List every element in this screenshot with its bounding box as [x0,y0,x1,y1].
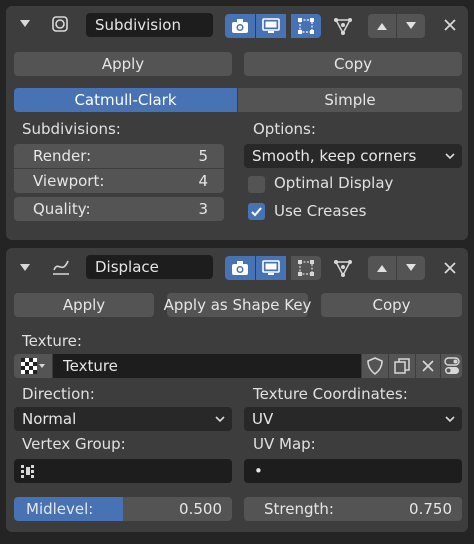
edit-mode-icon [298,260,314,276]
camera-icon [232,19,248,33]
chevron-down-icon [215,416,225,423]
chevron-down-icon [445,416,455,423]
viewport-toggle-button[interactable] [256,256,286,280]
tab-simple[interactable]: Simple [238,88,462,112]
monitor-icon [262,18,280,33]
use-creases-checkbox[interactable] [248,203,265,220]
strength-label: Strength: [264,500,334,518]
render-levels-field[interactable]: Render: 5 [14,144,224,168]
move-down-button[interactable] [397,256,425,280]
use-creases-label: Use Creases [274,202,367,220]
triangle-up-icon [377,23,387,30]
duplicate-icon [394,358,410,374]
texture-name: Texture [63,357,118,375]
collapse-arrow-icon[interactable] [18,15,32,29]
quality-value: 3 [198,200,208,218]
vertex-group-icon [21,465,34,478]
direction-value: Normal [22,410,77,428]
close-icon [422,360,434,372]
optimal-display-checkbox[interactable] [248,176,265,193]
viewport-toggle-button[interactable] [256,14,286,38]
midlevel-value: 0.500 [179,500,222,518]
close-icon[interactable] [443,17,457,31]
strength-value: 0.750 [409,500,452,518]
options-label: Options: [253,120,316,138]
subdivisions-label: Subdivisions: [22,120,121,138]
new-texture-button[interactable] [389,354,415,378]
collapse-arrow-icon[interactable] [18,259,32,273]
copy-button[interactable]: Copy [321,293,462,317]
render-levels-label: Render: [33,147,92,165]
displace-modifier-panel: Displace Apply Apply as Shape Key Copy T… [6,248,468,532]
strength-slider[interactable]: Strength: 0.750 [244,497,462,521]
uv-map-value: • [254,462,263,480]
uv-smooth-value: Smooth, keep corners [252,147,417,165]
texture-coordinates-dropdown[interactable]: UV [244,407,462,431]
displace-modifier-icon [50,257,72,277]
editmode-toggle-button[interactable] [291,256,321,280]
apply-button[interactable]: Apply [14,293,154,317]
chevron-down-icon [445,153,455,160]
modifier-name-field[interactable]: Displace [86,255,213,279]
copy-button[interactable]: Copy [244,52,462,76]
on-cage-icon [334,260,352,277]
close-icon[interactable] [443,260,457,274]
move-up-button[interactable] [368,14,396,38]
modifier-name: Subdivision [95,16,181,34]
viewport-levels-label: Viewport: [33,172,105,190]
triangle-up-icon [377,265,387,272]
edit-mode-icon [298,18,314,34]
tab-catmull-clark[interactable]: Catmull-Clark [14,88,237,112]
subdivision-modifier-panel: Subdivision Apply Copy Catmull-Clark Sim… [6,6,468,240]
cage-toggle-button[interactable] [328,256,358,280]
modifier-name: Displace [95,258,159,276]
apply-as-shape-key-button[interactable]: Apply as Shape Key [164,293,311,317]
fake-user-button[interactable] [362,354,388,378]
checker-texture-icon [21,358,45,374]
midlevel-slider[interactable]: Midlevel: 0.500 [14,497,232,521]
toggle-icon [443,357,460,374]
uv-map-field[interactable]: • [244,459,462,483]
subdivision-modifier-icon [50,14,70,34]
editmode-toggle-button[interactable] [291,14,321,38]
render-levels-value: 5 [198,147,208,165]
camera-icon [232,261,248,275]
vertex-group-label: Vertex Group: [22,435,126,453]
monitor-icon [262,260,280,275]
move-up-button[interactable] [368,256,396,280]
midlevel-label: Midlevel: [26,500,94,518]
texture-coordinates-value: UV [252,410,274,428]
viewport-levels-value: 4 [198,172,208,190]
texture-label: Texture: [22,332,82,350]
shield-icon [367,357,383,375]
texture-browse-button[interactable] [14,354,52,378]
texture-coordinates-label: Texture Coordinates: [253,385,408,403]
checkmark-icon [251,207,262,217]
render-toggle-button[interactable] [225,14,255,38]
direction-label: Direction: [22,385,95,403]
texture-properties-button[interactable] [441,354,462,378]
triangle-down-icon [406,22,416,29]
apply-button[interactable]: Apply [14,52,232,76]
move-down-button[interactable] [397,14,425,38]
uv-smooth-dropdown[interactable]: Smooth, keep corners [244,144,462,168]
vertex-group-field[interactable] [14,459,232,483]
cage-toggle-button[interactable] [328,14,358,38]
quality-field[interactable]: Quality: 3 [14,197,224,221]
render-toggle-button[interactable] [225,256,255,280]
direction-dropdown[interactable]: Normal [14,407,232,431]
texture-name-field[interactable]: Texture [53,354,361,378]
triangle-down-icon [406,264,416,271]
unlink-texture-button[interactable] [416,354,440,378]
modifier-name-field[interactable]: Subdivision [86,13,213,37]
optimal-display-label: Optimal Display [274,174,394,192]
quality-label: Quality: [33,200,91,218]
uv-map-label: UV Map: [253,435,316,453]
on-cage-icon [334,18,352,35]
viewport-levels-field[interactable]: Viewport: 4 [14,169,224,193]
